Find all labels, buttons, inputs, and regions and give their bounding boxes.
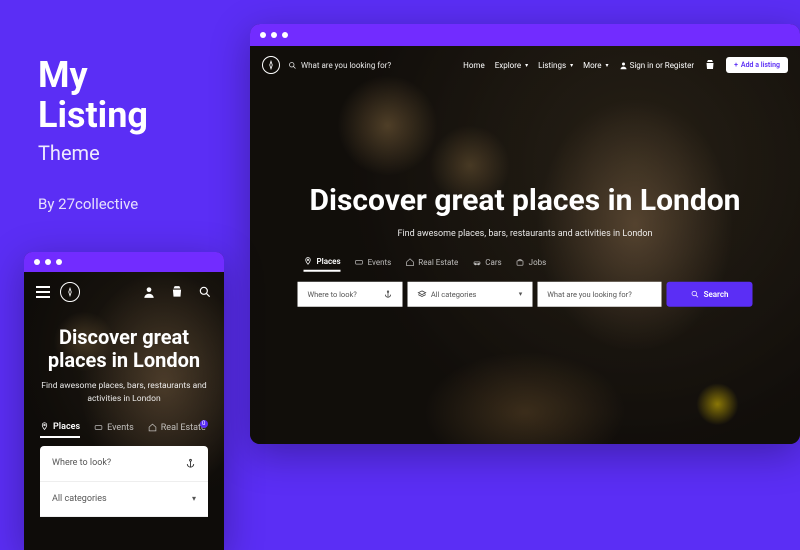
mobile-category-tabs: Places Events Real Estate 0 [36,422,212,446]
user-icon[interactable] [142,285,156,299]
home-icon [405,257,414,266]
window-titlebar [24,252,224,272]
anchor-icon [185,458,196,469]
ticket-icon [355,257,364,266]
user-icon [619,61,628,70]
promo-author: By 27collective [38,195,148,213]
tab-cars[interactable]: Cars [472,256,501,271]
compass-logo-icon[interactable] [262,56,280,74]
top-search[interactable]: What are you looking for? [288,61,391,70]
tab-jobs[interactable]: Jobs [516,256,547,271]
nav-listings[interactable]: Listings▾ [538,61,573,70]
nav-signin[interactable]: Sign in or Register [619,61,695,70]
hero-section: What are you looking for? Home Explore▾ … [250,46,800,444]
window-dot [260,32,266,38]
search-button[interactable]: Search [667,281,753,306]
chevron-down-icon: ▾ [525,62,528,69]
hamburger-menu-icon[interactable] [36,286,50,298]
mobile-hero: Discover great places in London Find awe… [24,272,224,550]
anchor-icon [384,289,393,298]
window-titlebar [250,24,800,46]
cart-icon[interactable] [704,59,716,71]
search-icon [691,289,700,298]
layers-icon [418,289,427,298]
promo-title-line2: Listing [38,94,148,136]
nav-home[interactable]: Home [463,61,485,70]
top-search-placeholder: What are you looking for? [301,61,391,70]
car-icon [472,257,481,266]
search-icon [288,61,297,70]
hero-content: Discover great places in London Find awe… [278,184,773,307]
hero-title: Discover great places in London [278,184,773,219]
mobile-categories-field[interactable]: All categories ▾ [40,482,208,517]
mobile-hero-content: Discover great places in London Find awe… [24,312,224,517]
briefcase-icon [516,257,525,266]
top-navigation: What are you looking for? Home Explore▾ … [250,46,800,84]
desktop-preview-window: What are you looking for? Home Explore▾ … [250,24,800,444]
search-categories-field[interactable]: All categories ▾ [408,281,532,306]
window-dot [271,32,277,38]
mobile-where-field[interactable]: Where to look? [40,446,208,482]
pin-icon [304,256,313,265]
chevron-down-icon: ▾ [192,494,196,503]
mobile-preview-window: Discover great places in London Find awe… [24,252,224,550]
tab-real-estate[interactable]: Real Estate 0 [148,422,206,438]
search-what-field[interactable]: What are you looking for? [537,281,661,306]
mobile-hero-title: Discover great places in London [36,326,212,372]
plus-icon: + [734,61,738,69]
chevron-down-icon: ▾ [519,290,523,298]
search-icon[interactable] [198,285,212,299]
compass-logo-icon[interactable] [60,282,80,302]
home-icon [148,423,157,432]
pin-icon [40,422,49,431]
nav-explore[interactable]: Explore▾ [495,61,528,70]
window-dot [282,32,288,38]
search-where-field[interactable]: Where to look? [298,281,403,306]
mobile-nav [24,272,224,312]
tab-places[interactable]: Places [40,422,80,438]
chevron-down-icon: ▾ [570,62,573,69]
nav-more[interactable]: More▾ [583,61,608,70]
badge-count: 0 [200,420,208,428]
window-dot [45,259,51,265]
tab-events[interactable]: Events [355,256,392,271]
category-tabs: Places Events Real Estate Cars Jobs [278,256,773,271]
tab-places[interactable]: Places [304,256,341,271]
search-bar: Where to look? All categories ▾ What are… [278,281,773,306]
mobile-hero-subtitle: Find awesome places, bars, restaurants a… [36,380,212,406]
tab-real-estate[interactable]: Real Estate [405,256,458,271]
window-dot [56,259,62,265]
promo-title: My Listing [38,56,148,135]
promo-subtitle: Theme [38,141,148,165]
mobile-search-form: Where to look? All categories ▾ [40,446,208,517]
tab-events[interactable]: Events [94,422,134,438]
promo-text: My Listing Theme By 27collective [38,56,148,213]
promo-title-line1: My [38,54,88,96]
nav-links: Home Explore▾ Listings▾ More▾ Sign in or… [463,57,788,73]
ticket-icon [94,423,103,432]
hero-subtitle: Find awesome places, bars, restaurants a… [278,228,773,238]
add-listing-button[interactable]: + Add a listing [726,57,788,73]
cart-icon[interactable] [170,285,184,299]
chevron-down-icon: ▾ [606,62,609,69]
window-dot [34,259,40,265]
